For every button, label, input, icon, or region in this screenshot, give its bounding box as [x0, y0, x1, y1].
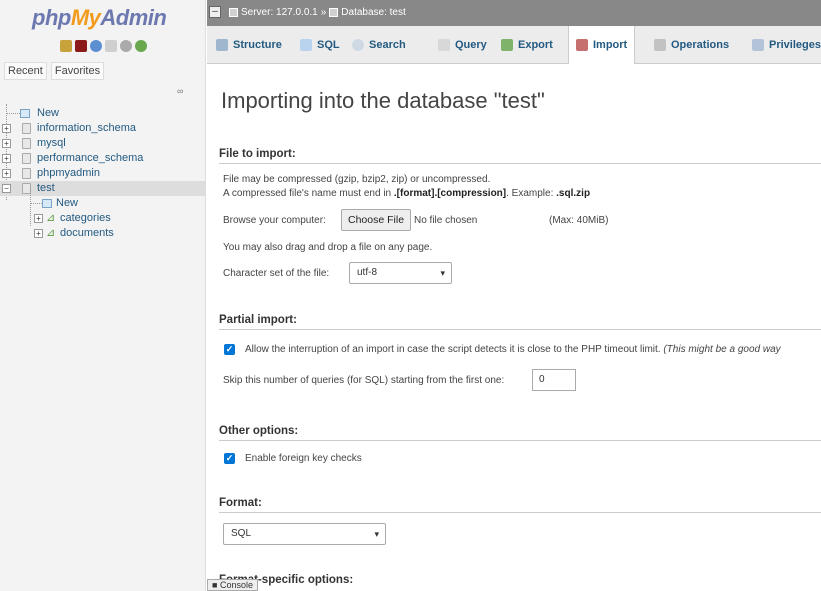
navigation-sidebar: phpMyAdmin Recent Favorites ∞ New + info… — [0, 0, 206, 591]
quick-icons — [60, 40, 147, 52]
collapse-sidebar-button[interactable]: – — [209, 6, 221, 18]
tree-item-information-schema[interactable]: + information_schema — [0, 121, 205, 136]
import-icon — [576, 39, 588, 51]
wrench-icon — [654, 38, 666, 51]
tree-item-new[interactable]: New — [0, 106, 205, 121]
database-icon — [22, 123, 31, 134]
skip-queries-label: Skip this number of queries (for SQL) st… — [223, 375, 505, 386]
tab-import[interactable]: Import — [568, 26, 636, 64]
chevron-down-icon: ▾ — [374, 529, 379, 539]
recent-tab[interactable]: Recent — [4, 62, 47, 80]
expand-icon[interactable]: + — [34, 229, 43, 238]
table-icon: ⊿ — [46, 212, 56, 224]
expand-icon[interactable]: + — [34, 214, 43, 223]
database-icon — [22, 153, 31, 164]
docs-icon[interactable] — [105, 40, 117, 52]
skip-queries-input[interactable]: 0 — [532, 369, 576, 391]
new-db-icon — [20, 109, 30, 118]
help-icon[interactable] — [90, 40, 102, 52]
database-icon — [329, 8, 339, 17]
choose-file-button[interactable]: Choose File — [341, 209, 412, 231]
phpmyadmin-logo[interactable]: phpMyAdmin — [32, 5, 167, 31]
database-icon — [22, 168, 31, 179]
search-icon — [352, 38, 364, 51]
foreign-key-label: Enable foreign key checks — [245, 453, 362, 464]
reload-icon[interactable] — [135, 40, 147, 52]
tab-structure[interactable]: Structure — [209, 26, 289, 63]
sql-icon — [300, 38, 312, 51]
tree-item-documents[interactable]: + ⊿ documents — [0, 226, 205, 241]
expand-icon[interactable]: + — [2, 154, 11, 163]
no-file-chosen: No file chosen — [414, 215, 478, 226]
format-select[interactable]: SQL ▾ — [223, 523, 386, 545]
tree-item-phpmyadmin[interactable]: + phpmyadmin — [0, 166, 205, 181]
max-upload-size: (Max: 40MiB) — [549, 215, 609, 226]
top-breadcrumb-bar: – Server: 127.0.0.1 » Database: test — [207, 0, 821, 26]
privileges-icon — [752, 38, 764, 51]
tab-sql[interactable]: SQL — [293, 26, 347, 63]
breadcrumb-database[interactable]: Database: test — [341, 7, 405, 18]
tab-query[interactable]: Query — [431, 26, 494, 63]
tree-item-mysql[interactable]: + mysql — [0, 136, 205, 151]
logout-icon[interactable] — [75, 40, 87, 52]
compressed-name-note: A compressed file's name must end in .[f… — [223, 188, 591, 199]
tree-item-test-new[interactable]: New — [0, 189, 205, 226]
tab-privileges[interactable]: Privileges — [745, 26, 821, 63]
partial-import-heading: Partial import: — [219, 314, 821, 330]
compressed-note: File may be compressed (gzip, bzip2, zip… — [223, 174, 491, 185]
export-icon — [501, 38, 513, 51]
charset-label: Character set of the file: — [223, 268, 330, 279]
allow-interrupt-label: Allow the interruption of an import in c… — [245, 344, 781, 355]
console-icon: ■ — [212, 580, 218, 590]
collapse-icon[interactable]: − — [2, 184, 11, 193]
breadcrumb: Server: 127.0.0.1 » Database: test — [229, 7, 406, 18]
other-options-heading: Other options: — [219, 425, 821, 441]
main-menu-tabs: Structure SQL Search Query Export Import… — [207, 26, 821, 64]
tab-search[interactable]: Search — [345, 26, 413, 63]
breadcrumb-separator: » — [320, 7, 327, 18]
expand-icon[interactable]: + — [2, 169, 11, 178]
server-icon — [229, 8, 238, 17]
tree-item-categories[interactable]: + ⊿ categories — [0, 211, 205, 226]
settings-icon[interactable] — [120, 40, 132, 52]
drag-drop-note: You may also drag and drop a file on any… — [223, 242, 433, 253]
database-icon — [22, 138, 31, 149]
link-icon[interactable]: ∞ — [177, 86, 183, 96]
charset-select[interactable]: utf-8 ▾ — [349, 262, 452, 284]
console-button[interactable]: ■ Console — [207, 579, 258, 591]
query-icon — [438, 38, 450, 51]
main-content: Importing into the database "test" File … — [207, 64, 821, 591]
foreign-key-checkbox[interactable]: ✓ — [224, 453, 235, 464]
format-specific-heading: Format-specific options: — [219, 574, 354, 586]
breadcrumb-server[interactable]: Server: 127.0.0.1 — [241, 7, 318, 18]
tab-operations[interactable]: Operations — [647, 26, 736, 63]
page-title: Importing into the database "test" — [221, 88, 545, 113]
format-heading: Format: — [219, 497, 821, 513]
tree-item-performance-schema[interactable]: + performance_schema — [0, 151, 205, 166]
file-to-import-heading: File to import: — [219, 148, 821, 164]
browse-label: Browse your computer: — [223, 215, 326, 226]
table-icon: ⊿ — [46, 227, 56, 239]
app-window: phpMyAdmin Recent Favorites ∞ New + info… — [0, 0, 821, 591]
allow-interrupt-checkbox[interactable]: ✓ — [224, 344, 235, 355]
chevron-down-icon: ▾ — [440, 268, 445, 278]
structure-icon — [216, 38, 228, 51]
expand-icon[interactable]: + — [2, 124, 11, 133]
expand-icon[interactable]: + — [2, 139, 11, 148]
new-table-icon — [42, 199, 52, 208]
tab-export[interactable]: Export — [494, 26, 560, 63]
favorites-tab[interactable]: Favorites — [50, 62, 105, 80]
home-icon[interactable] — [60, 40, 72, 52]
